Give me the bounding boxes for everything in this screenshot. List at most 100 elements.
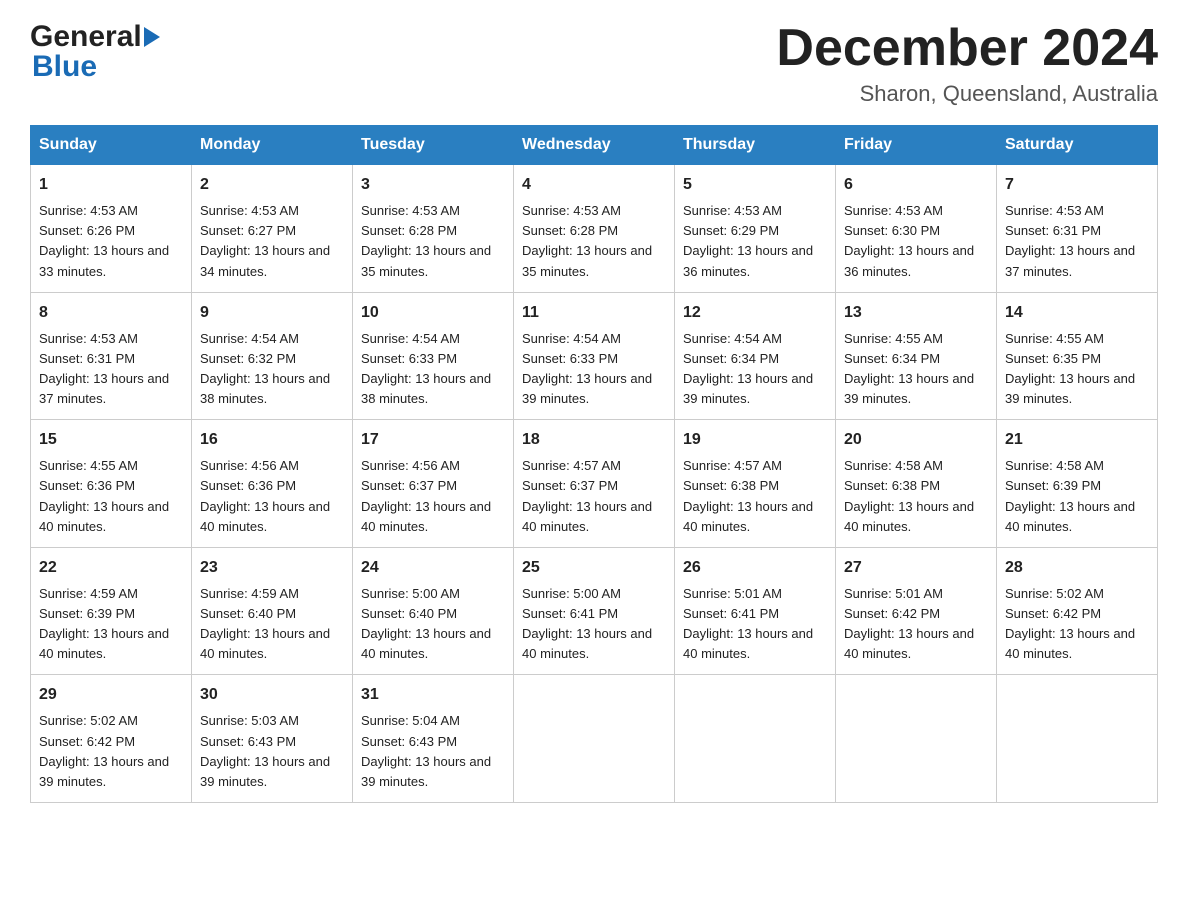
calendar-week-1: 1 Sunrise: 4:53 AMSunset: 6:26 PMDaylight…: [31, 165, 1158, 293]
day-info: Sunrise: 4:57 AMSunset: 6:37 PMDaylight:…: [522, 456, 666, 537]
day-number: 1: [39, 173, 183, 197]
day-number: 18: [522, 428, 666, 452]
day-number: 5: [683, 173, 827, 197]
day-number: 9: [200, 301, 344, 325]
col-monday: Monday: [192, 126, 353, 165]
calendar-cell: 8 Sunrise: 4:53 AMSunset: 6:31 PMDaylight…: [31, 292, 192, 420]
day-info: Sunrise: 5:01 AMSunset: 6:42 PMDaylight:…: [844, 584, 988, 665]
col-friday: Friday: [836, 126, 997, 165]
day-number: 3: [361, 173, 505, 197]
calendar-cell: 16Sunrise: 4:56 AMSunset: 6:36 PMDayligh…: [192, 420, 353, 548]
title-block: December 2024 Sharon, Queensland, Austra…: [776, 20, 1158, 107]
calendar-cell: 31Sunrise: 5:04 AMSunset: 6:43 PMDayligh…: [353, 675, 514, 803]
calendar-cell: 24 Sunrise: 5:00 AMSunset: 6:40 PMDayligh…: [353, 547, 514, 675]
day-number: 8: [39, 301, 183, 325]
calendar-cell: [836, 675, 997, 803]
day-number: 15: [39, 428, 183, 452]
day-info: Sunrise: 4:59 AMSunset: 6:39 PMDaylight:…: [39, 584, 183, 665]
calendar-cell: [997, 675, 1158, 803]
day-number: 14: [1005, 301, 1149, 325]
day-info: Sunrise: 4:53 AMSunset: 6:27 PMDaylight:…: [200, 201, 344, 282]
day-number: 7: [1005, 173, 1149, 197]
col-sunday: Sunday: [31, 126, 192, 165]
day-number: 24: [361, 556, 505, 580]
col-wednesday: Wednesday: [514, 126, 675, 165]
day-number: 13: [844, 301, 988, 325]
day-number: 4: [522, 173, 666, 197]
day-info: Sunrise: 4:55 AMSunset: 6:36 PMDaylight:…: [39, 456, 183, 537]
day-info: Sunrise: 4:54 AMSunset: 6:32 PMDaylight:…: [200, 329, 344, 410]
day-number: 10: [361, 301, 505, 325]
calendar-cell: 19 Sunrise: 4:57 AMSunset: 6:38 PMDayligh…: [675, 420, 836, 548]
day-info: Sunrise: 4:53 AMSunset: 6:28 PMDaylight:…: [522, 201, 666, 282]
logo-general-text: General: [30, 20, 142, 54]
day-number: 19: [683, 428, 827, 452]
day-number: 31: [361, 683, 505, 707]
calendar-cell: 21Sunrise: 4:58 AMSunset: 6:39 PMDayligh…: [997, 420, 1158, 548]
calendar-week-2: 8 Sunrise: 4:53 AMSunset: 6:31 PMDaylight…: [31, 292, 1158, 420]
day-info: Sunrise: 4:55 AMSunset: 6:34 PMDaylight:…: [844, 329, 988, 410]
calendar-cell: 11Sunrise: 4:54 AMSunset: 6:33 PMDayligh…: [514, 292, 675, 420]
day-number: 28: [1005, 556, 1149, 580]
calendar-cell: 18 Sunrise: 4:57 AMSunset: 6:37 PMDayligh…: [514, 420, 675, 548]
day-info: Sunrise: 4:53 AMSunset: 6:29 PMDaylight:…: [683, 201, 827, 282]
calendar-cell: 14 Sunrise: 4:55 AMSunset: 6:35 PMDayligh…: [997, 292, 1158, 420]
logo: General Blue: [30, 20, 160, 84]
calendar-cell: 13 Sunrise: 4:55 AMSunset: 6:34 PMDayligh…: [836, 292, 997, 420]
day-number: 30: [200, 683, 344, 707]
calendar-cell: 12Sunrise: 4:54 AMSunset: 6:34 PMDayligh…: [675, 292, 836, 420]
day-info: Sunrise: 4:55 AMSunset: 6:35 PMDaylight:…: [1005, 329, 1149, 410]
calendar-cell: 2Sunrise: 4:53 AMSunset: 6:27 PMDaylight…: [192, 165, 353, 293]
calendar-cell: 3Sunrise: 4:53 AMSunset: 6:28 PMDaylight…: [353, 165, 514, 293]
day-info: Sunrise: 4:54 AMSunset: 6:34 PMDaylight:…: [683, 329, 827, 410]
day-info: Sunrise: 4:54 AMSunset: 6:33 PMDaylight:…: [522, 329, 666, 410]
day-number: 20: [844, 428, 988, 452]
calendar-body: 1 Sunrise: 4:53 AMSunset: 6:26 PMDaylight…: [31, 165, 1158, 803]
calendar-cell: 23 Sunrise: 4:59 AMSunset: 6:40 PMDayligh…: [192, 547, 353, 675]
calendar-week-3: 15 Sunrise: 4:55 AMSunset: 6:36 PMDayligh…: [31, 420, 1158, 548]
calendar-cell: 26Sunrise: 5:01 AMSunset: 6:41 PMDayligh…: [675, 547, 836, 675]
calendar-cell: 22 Sunrise: 4:59 AMSunset: 6:39 PMDayligh…: [31, 547, 192, 675]
calendar-cell: 25Sunrise: 5:00 AMSunset: 6:41 PMDayligh…: [514, 547, 675, 675]
day-info: Sunrise: 4:56 AMSunset: 6:36 PMDaylight:…: [200, 456, 344, 537]
calendar-cell: 28 Sunrise: 5:02 AMSunset: 6:42 PMDayligh…: [997, 547, 1158, 675]
calendar-cell: 9 Sunrise: 4:54 AMSunset: 6:32 PMDaylight…: [192, 292, 353, 420]
day-info: Sunrise: 4:57 AMSunset: 6:38 PMDaylight:…: [683, 456, 827, 537]
day-info: Sunrise: 5:02 AMSunset: 6:42 PMDaylight:…: [39, 711, 183, 792]
calendar-cell: 27 Sunrise: 5:01 AMSunset: 6:42 PMDayligh…: [836, 547, 997, 675]
calendar-cell: [675, 675, 836, 803]
day-info: Sunrise: 5:01 AMSunset: 6:41 PMDaylight:…: [683, 584, 827, 665]
day-info: Sunrise: 4:59 AMSunset: 6:40 PMDaylight:…: [200, 584, 344, 665]
day-number: 22: [39, 556, 183, 580]
calendar-cell: 30 Sunrise: 5:03 AMSunset: 6:43 PMDayligh…: [192, 675, 353, 803]
calendar-cell: 29 Sunrise: 5:02 AMSunset: 6:42 PMDayligh…: [31, 675, 192, 803]
day-info: Sunrise: 5:02 AMSunset: 6:42 PMDaylight:…: [1005, 584, 1149, 665]
day-info: Sunrise: 4:58 AMSunset: 6:38 PMDaylight:…: [844, 456, 988, 537]
day-info: Sunrise: 4:58 AMSunset: 6:39 PMDaylight:…: [1005, 456, 1149, 537]
day-info: Sunrise: 5:00 AMSunset: 6:40 PMDaylight:…: [361, 584, 505, 665]
col-tuesday: Tuesday: [353, 126, 514, 165]
logo-blue-text: Blue: [30, 50, 160, 84]
calendar-cell: 4 Sunrise: 4:53 AMSunset: 6:28 PMDaylight…: [514, 165, 675, 293]
logo-triangle-icon: [144, 27, 160, 47]
day-number: 29: [39, 683, 183, 707]
day-number: 17: [361, 428, 505, 452]
day-number: 27: [844, 556, 988, 580]
calendar-table: Sunday Monday Tuesday Wednesday Thursday…: [30, 125, 1158, 803]
calendar-cell: [514, 675, 675, 803]
day-info: Sunrise: 4:53 AMSunset: 6:31 PMDaylight:…: [39, 329, 183, 410]
page-header: General Blue December 2024 Sharon, Queen…: [30, 20, 1158, 107]
day-info: Sunrise: 4:53 AMSunset: 6:30 PMDaylight:…: [844, 201, 988, 282]
calendar-cell: 15 Sunrise: 4:55 AMSunset: 6:36 PMDayligh…: [31, 420, 192, 548]
day-info: Sunrise: 4:53 AMSunset: 6:31 PMDaylight:…: [1005, 201, 1149, 282]
day-info: Sunrise: 4:54 AMSunset: 6:33 PMDaylight:…: [361, 329, 505, 410]
calendar-cell: 1 Sunrise: 4:53 AMSunset: 6:26 PMDaylight…: [31, 165, 192, 293]
day-number: 6: [844, 173, 988, 197]
calendar-cell: 5 Sunrise: 4:53 AMSunset: 6:29 PMDaylight…: [675, 165, 836, 293]
calendar-header: Sunday Monday Tuesday Wednesday Thursday…: [31, 126, 1158, 165]
day-info: Sunrise: 5:03 AMSunset: 6:43 PMDaylight:…: [200, 711, 344, 792]
calendar-cell: 20 Sunrise: 4:58 AMSunset: 6:38 PMDayligh…: [836, 420, 997, 548]
day-number: 23: [200, 556, 344, 580]
day-number: 25: [522, 556, 666, 580]
day-info: Sunrise: 4:53 AMSunset: 6:26 PMDaylight:…: [39, 201, 183, 282]
